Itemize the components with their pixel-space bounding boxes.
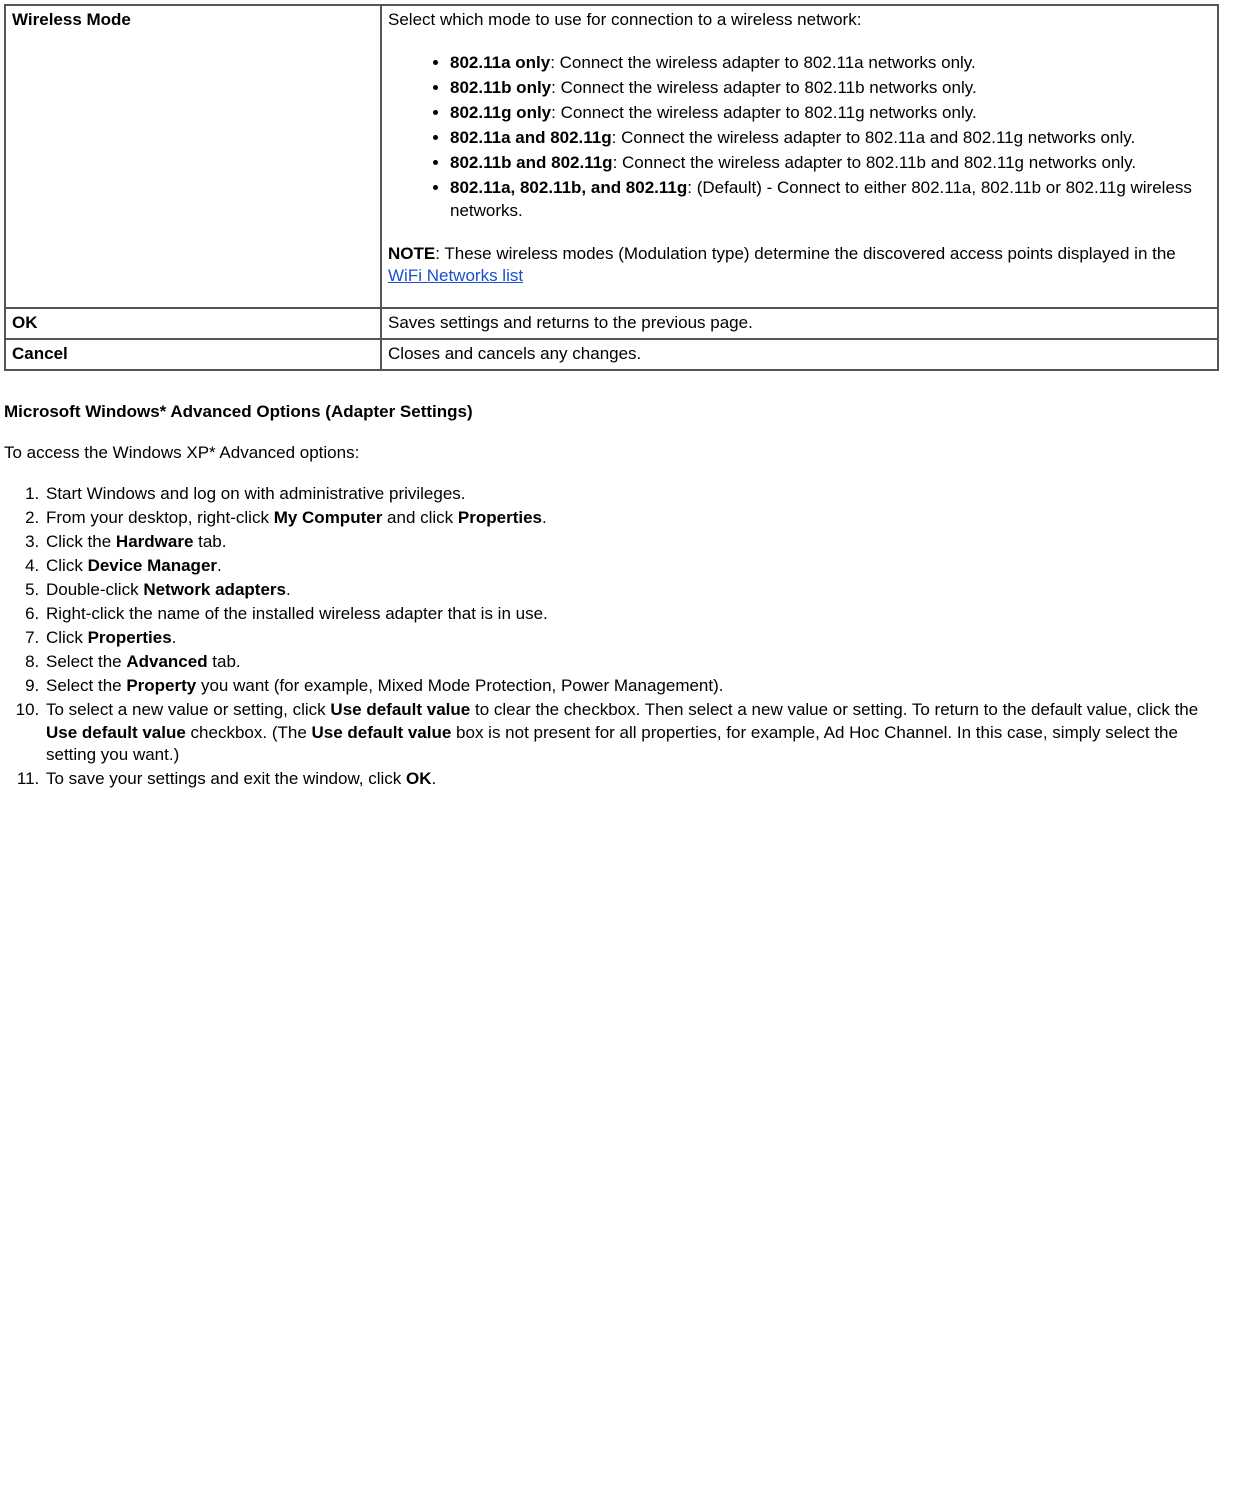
list-item: From your desktop, right-click My Comput… (44, 507, 1219, 530)
section-heading: Microsoft Windows* Advanced Options (Ada… (4, 401, 1219, 424)
step-bold: Device Manager (88, 556, 217, 575)
item-text: : Connect the wireless adapter to 802.11… (613, 153, 1137, 172)
list-item: Click Device Manager. (44, 555, 1219, 578)
item-text: : Connect the wireless adapter to 802.11… (550, 53, 976, 72)
settings-table: Wireless Mode Select which mode to use f… (4, 4, 1219, 371)
step-bold: Use default value (330, 700, 470, 719)
item-bold: 802.11g only (450, 103, 551, 122)
wifi-networks-list-link[interactable]: WiFi Networks list (388, 266, 523, 285)
list-item: 802.11b and 802.11g: Connect the wireles… (450, 152, 1211, 175)
note-label: NOTE (388, 244, 435, 263)
step-text: tab. (208, 652, 241, 671)
steps-list: Start Windows and log on with administra… (4, 483, 1219, 791)
step-text: Click (46, 628, 88, 647)
list-item: 802.11a, 802.11b, and 802.11g: (Default)… (450, 177, 1211, 223)
cancel-desc-cell: Closes and cancels any changes. (381, 339, 1218, 370)
list-item: Click Properties. (44, 627, 1219, 650)
step-text: . (217, 556, 222, 575)
list-item: 802.11a and 802.11g: Connect the wireles… (450, 127, 1211, 150)
item-text: : Connect the wireless adapter to 802.11… (551, 78, 977, 97)
cell-desc: Saves settings and returns to the previo… (388, 313, 753, 332)
step-text: To save your settings and exit the windo… (46, 769, 406, 788)
step-text: . (286, 580, 291, 599)
step-text: Right-click the name of the installed wi… (46, 604, 548, 623)
item-text: : Connect the wireless adapter to 802.11… (612, 128, 1136, 147)
intro-text: Select which mode to use for connection … (388, 9, 1211, 32)
step-text: . (432, 769, 437, 788)
step-bold: My Computer (274, 508, 383, 527)
step-text: Click the (46, 532, 116, 551)
list-item: To select a new value or setting, click … (44, 699, 1219, 768)
wireless-mode-label: Wireless Mode (5, 5, 381, 308)
step-text: checkbox. (The (186, 723, 312, 742)
mode-list: 802.11a only: Connect the wireless adapt… (388, 52, 1211, 223)
lead-text: To access the Windows XP* Advanced optio… (4, 442, 1219, 465)
note-block: NOTE: These wireless modes (Modulation t… (388, 243, 1211, 289)
step-text: Double-click (46, 580, 143, 599)
step-text: To select a new value or setting, click (46, 700, 330, 719)
list-item: 802.11g only: Connect the wireless adapt… (450, 102, 1211, 125)
step-bold: Use default value (46, 723, 186, 742)
list-item: Right-click the name of the installed wi… (44, 603, 1219, 626)
cancel-label-cell: Cancel (5, 339, 381, 370)
step-text: to clear the checkbox. Then select a new… (470, 700, 1198, 719)
step-text: and click (382, 508, 458, 527)
list-item: 802.11b only: Connect the wireless adapt… (450, 77, 1211, 100)
list-item: Start Windows and log on with administra… (44, 483, 1219, 506)
step-bold: Hardware (116, 532, 193, 551)
step-text: Start Windows and log on with administra… (46, 484, 466, 503)
step-text: From your desktop, right-click (46, 508, 274, 527)
step-bold: Network adapters (143, 580, 286, 599)
step-text: you want (for example, Mixed Mode Protec… (196, 676, 723, 695)
cell-label: OK (12, 313, 38, 332)
step-text: . (542, 508, 547, 527)
step-bold: Use default value (312, 723, 452, 742)
item-text: : Connect the wireless adapter to 802.11… (551, 103, 977, 122)
table-row: Cancel Closes and cancels any changes. (5, 339, 1218, 370)
list-item: Double-click Network adapters. (44, 579, 1219, 602)
table-row: Wireless Mode Select which mode to use f… (5, 5, 1218, 308)
table-row: OK Saves settings and returns to the pre… (5, 308, 1218, 339)
item-bold: 802.11b only (450, 78, 551, 97)
step-text: Click (46, 556, 88, 575)
step-bold: Advanced (126, 652, 207, 671)
note-text: : These wireless modes (Modulation type)… (435, 244, 1176, 263)
item-bold: 802.11b and 802.11g (450, 153, 613, 172)
step-text: tab. (193, 532, 226, 551)
cell-label: Wireless Mode (12, 10, 131, 29)
item-bold: 802.11a only (450, 53, 550, 72)
step-text: . (172, 628, 177, 647)
ok-desc-cell: Saves settings and returns to the previo… (381, 308, 1218, 339)
item-bold: 802.11a, 802.11b, and 802.11g (450, 178, 687, 197)
cell-desc: Closes and cancels any changes. (388, 344, 641, 363)
step-bold: Properties (88, 628, 172, 647)
step-bold: OK (406, 769, 432, 788)
item-bold: 802.11a and 802.11g (450, 128, 612, 147)
step-bold: Properties (458, 508, 542, 527)
list-item: To save your settings and exit the windo… (44, 768, 1219, 791)
step-bold: Property (126, 676, 196, 695)
ok-label-cell: OK (5, 308, 381, 339)
list-item: Select the Advanced tab. (44, 651, 1219, 674)
list-item: Click the Hardware tab. (44, 531, 1219, 554)
list-item: 802.11a only: Connect the wireless adapt… (450, 52, 1211, 75)
step-text: Select the (46, 676, 126, 695)
wireless-mode-desc: Select which mode to use for connection … (381, 5, 1218, 308)
cell-label: Cancel (12, 344, 68, 363)
list-item: Select the Property you want (for exampl… (44, 675, 1219, 698)
step-text: Select the (46, 652, 126, 671)
